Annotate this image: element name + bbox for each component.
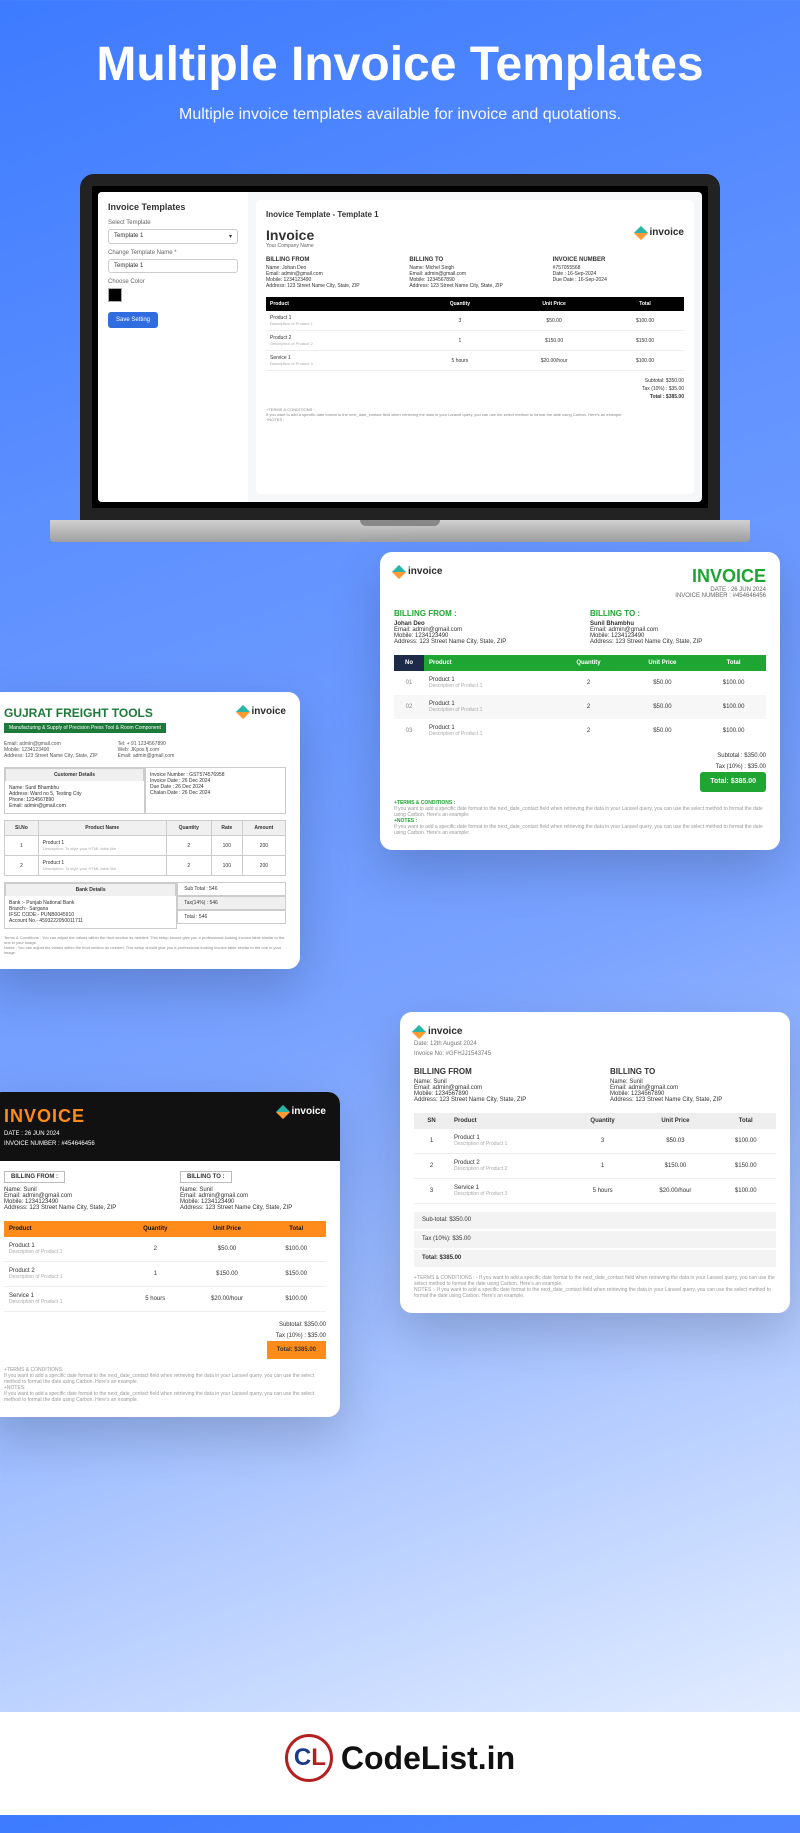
billing-to-h: BILLING TO: [409, 257, 540, 263]
codelist-icon: [285, 1734, 333, 1782]
items-table: NoProductQuantityUnit PriceTotal 01Produ…: [394, 655, 766, 743]
invoice-logo: invoice: [278, 1106, 326, 1117]
company-tagline: Manufacturing & Supply of Precision Pres…: [4, 723, 166, 733]
codelist-logo: CodeList.in: [285, 1734, 515, 1782]
template-name-label: Change Template Name *: [108, 250, 238, 256]
diamond-icon: [235, 705, 249, 719]
preview-section-title: Inovice Template - Template 1: [266, 210, 684, 219]
invoice-template-green: invoice INVOICE DATE : 26 JUN 2024 INVOI…: [380, 552, 780, 849]
choose-color-label: Choose Color: [108, 279, 238, 285]
invoice-template-orange: INVOICE DATE : 26 JUN 2024 INVOICE NUMBE…: [0, 1092, 340, 1417]
tax: Tax (10%) : $35.00: [266, 385, 684, 393]
subtotal: Subtotal : $350.00: [394, 751, 766, 761]
laptop-mockup: Invoice Templates Select Template Templa…: [80, 174, 720, 542]
chevron-down-icon: ▾: [229, 233, 232, 240]
company-name: Your Company Name: [266, 243, 314, 249]
diamond-icon: [275, 1105, 289, 1119]
invoice-heading: Invoice: [266, 227, 314, 243]
subtotal: Sub-total: $350.00: [414, 1212, 776, 1229]
terms: +TERMS & CONDITIONS : If you want to add…: [266, 407, 684, 422]
invoice-template-plain: invoice Date: 12th August 2024 Invoice N…: [400, 1012, 790, 1312]
invoice-number: #757055568 Date : 16-Sep-2024 Due Date :…: [553, 265, 684, 283]
template-settings-sidebar: Invoice Templates Select Template Templa…: [98, 192, 248, 502]
tax: Tax (10%): $35.00: [414, 1231, 776, 1248]
invoice-title: INVOICE: [675, 566, 766, 587]
total: Total: $385.00: [267, 1341, 326, 1359]
invoice-title: INVOICE: [4, 1106, 95, 1127]
hero-title: Multiple Invoice Templates: [30, 40, 770, 90]
invoice-number-h: INVOICE NUMBER: [553, 257, 684, 263]
items-table: SNProductQuantityUnit PriceTotal 1Produc…: [414, 1113, 776, 1204]
hero-subtitle: Multiple invoice templates available for…: [30, 106, 770, 124]
subtotal: Subtotal: $350.00: [4, 1320, 326, 1330]
footer-brand-text: CodeList.in: [341, 1740, 515, 1777]
invoice-template-gujrat: GUJRAT FREIGHT TOOLS Manufacturing & Sup…: [0, 692, 300, 969]
subtotal: Subtotal: $350.00: [266, 377, 684, 385]
billing-from: Name: Johan Deo Email: admin@gmail.com M…: [266, 265, 397, 289]
diamond-icon: [412, 1025, 426, 1039]
save-setting-button[interactable]: Save Setting: [108, 312, 158, 328]
company-name: GUJRAT FREIGHT TOOLS: [4, 706, 166, 720]
invoice-number: INVOICE NUMBER : #454646456: [675, 593, 766, 599]
total: Total: $385.00: [414, 1250, 776, 1267]
template-select[interactable]: Template 1▾: [108, 229, 238, 244]
invoice-items-table: Product Quantity Unit Price Total Produc…: [266, 297, 684, 371]
invoice-logo: invoice: [636, 227, 684, 238]
total: Total: $385.00: [700, 772, 766, 792]
items-table: Sl.NoProduct NameQuantityRateAmount 1Pro…: [4, 820, 286, 876]
sidebar-title: Invoice Templates: [108, 202, 238, 212]
invoice-logo: invoice: [414, 1026, 776, 1037]
tax: Tax (10%) : $35.00: [394, 762, 766, 772]
billing-from-h: BILLING FROM: [266, 257, 397, 263]
hero-section: Multiple Invoice Templates Multiple invo…: [0, 0, 800, 144]
tax: Tax (10%) : $35.00: [4, 1331, 326, 1341]
items-table: ProductQuantityUnit PriceTotal Product 1…: [4, 1221, 326, 1312]
color-swatch[interactable]: [108, 288, 122, 302]
invoice-logo: invoice: [394, 566, 442, 577]
footer: CodeList.in: [0, 1712, 800, 1815]
diamond-icon: [633, 226, 647, 240]
invoice-logo: invoice: [238, 706, 286, 717]
template-name-input[interactable]: Template 1: [108, 259, 238, 273]
total: Total : $385.00: [266, 393, 684, 401]
select-template-label: Select Template: [108, 220, 238, 226]
invoice-preview-panel: Inovice Template - Template 1 Invoice Yo…: [256, 200, 694, 494]
billing-to: Name: Michel Singh Email: admin@gmail.co…: [409, 265, 540, 289]
diamond-icon: [392, 565, 406, 579]
